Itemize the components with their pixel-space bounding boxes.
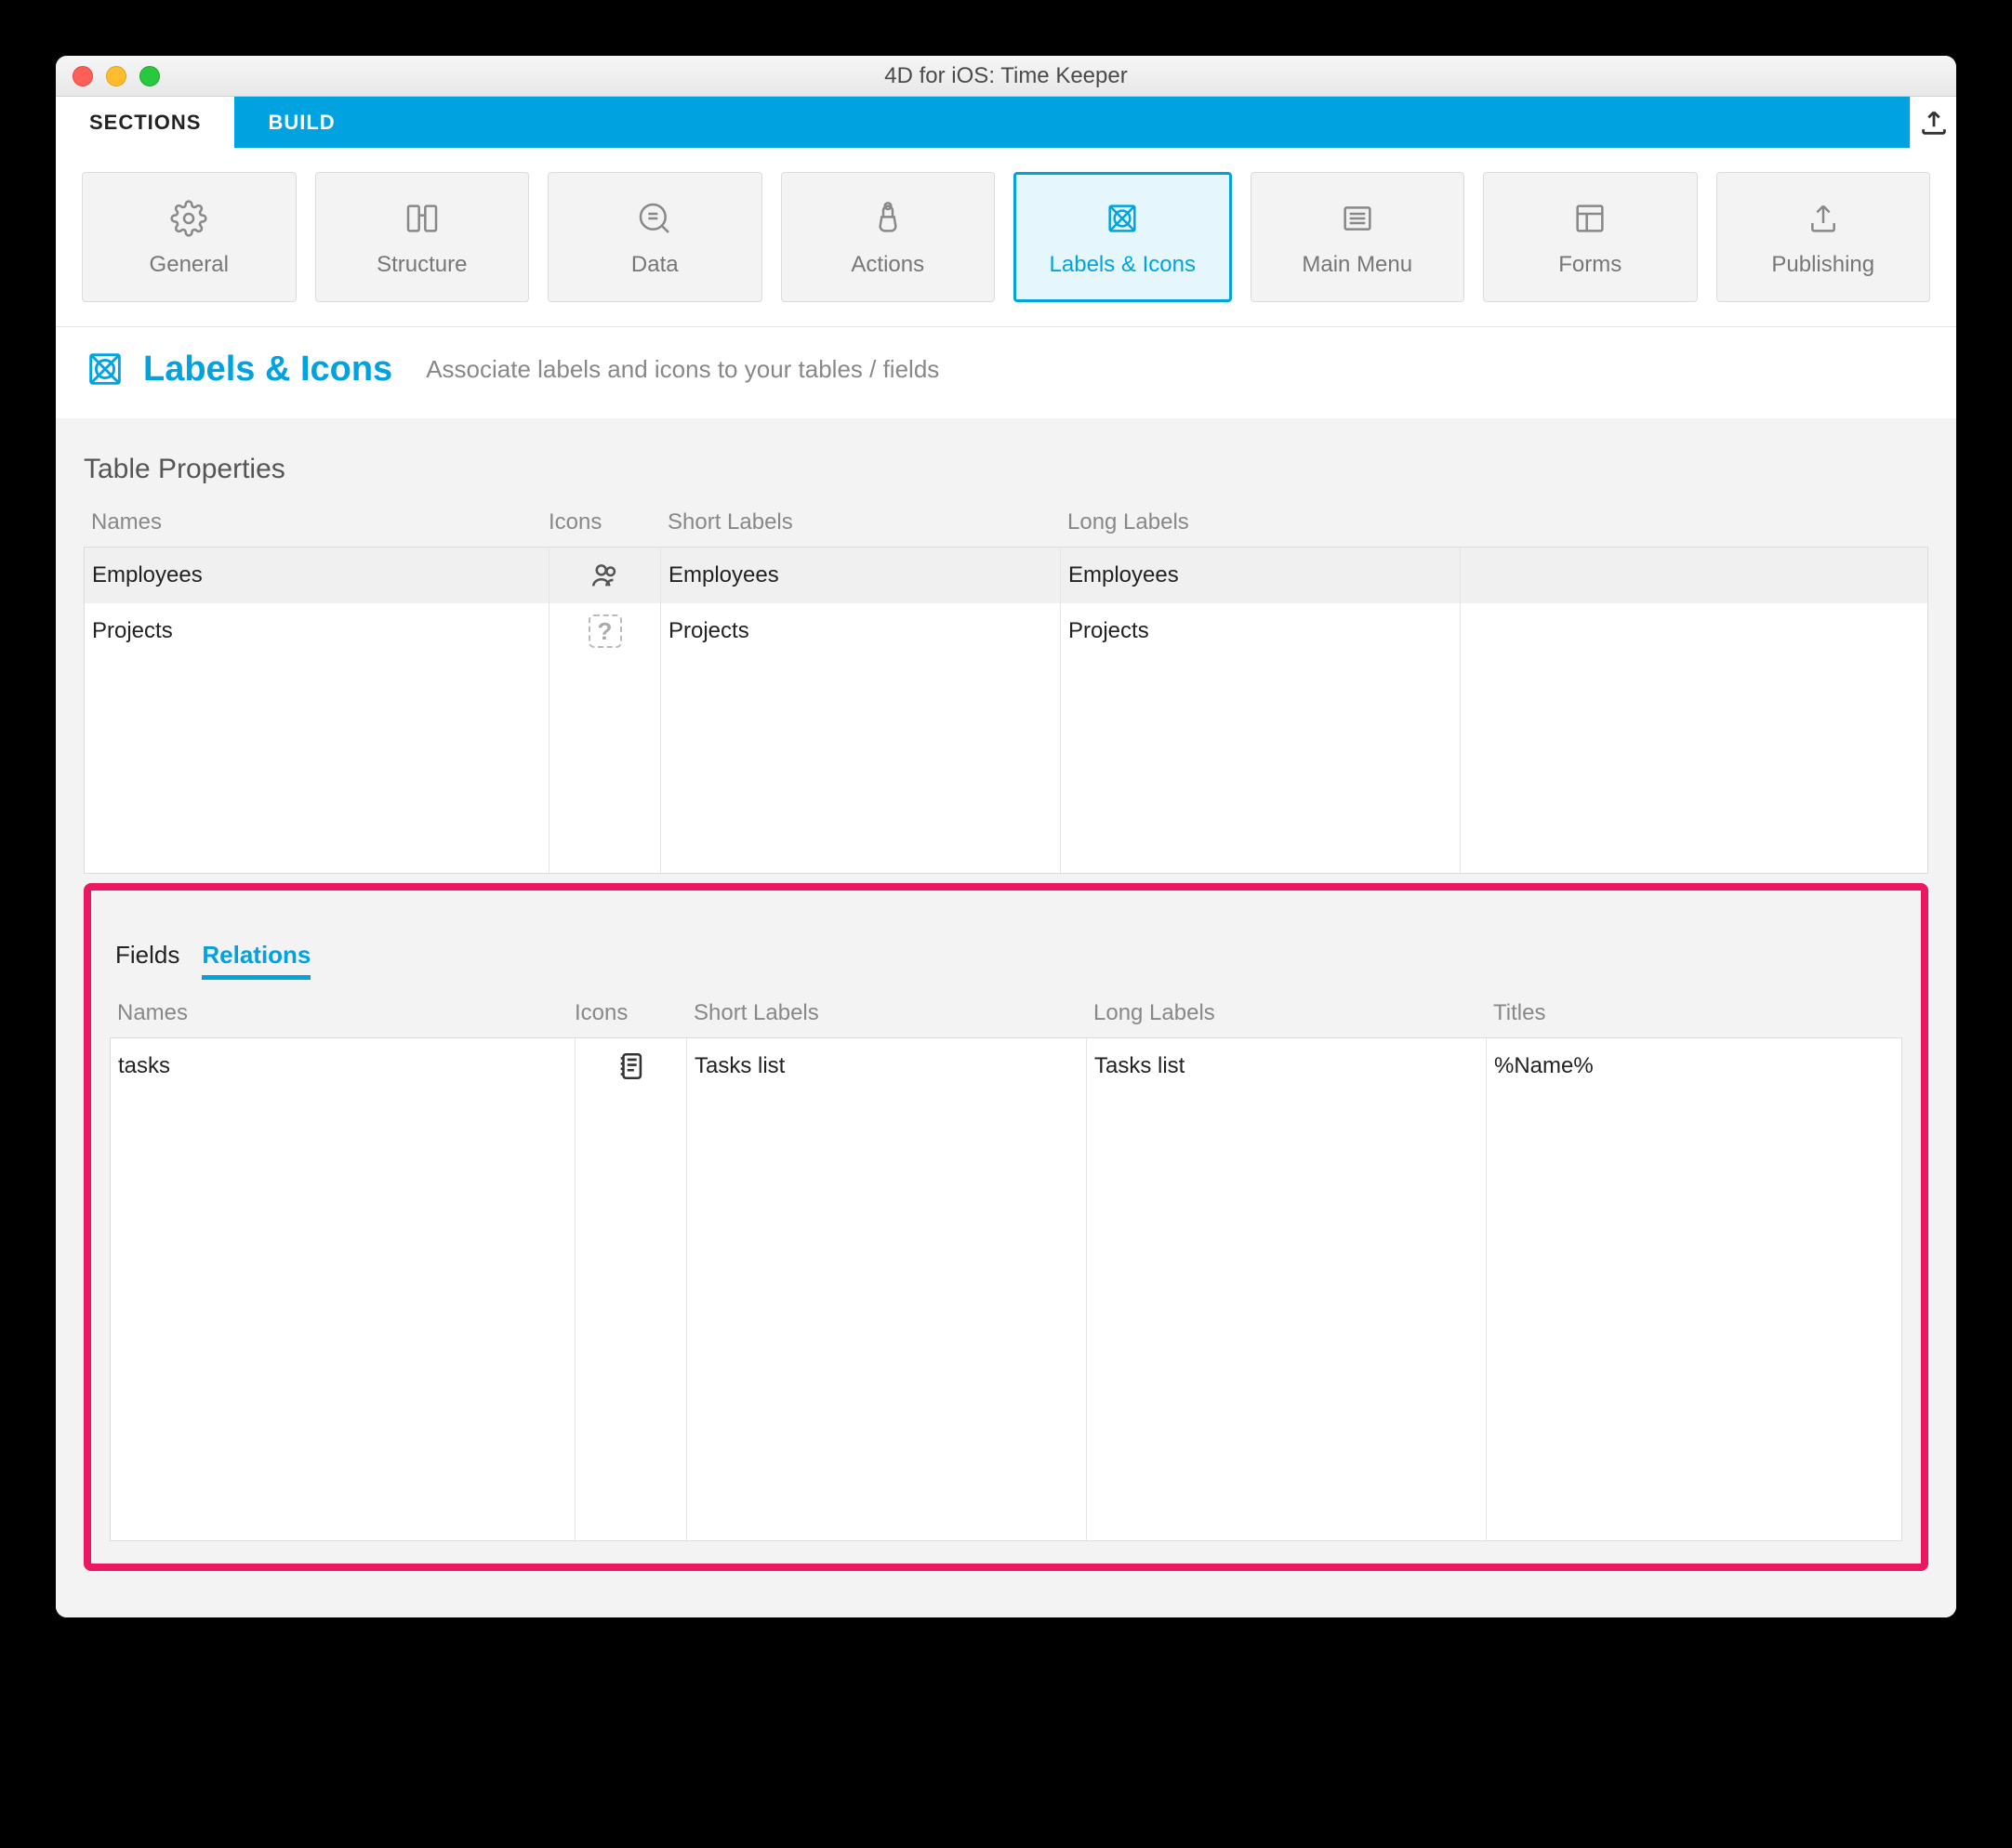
content-area: Table Properties Names Icons Short Label…: [56, 418, 1956, 1617]
titlebar: 4D for iOS: Time Keeper: [56, 56, 1956, 97]
relations-highlight: Fields Relations Names Icons Short Label…: [84, 883, 1928, 1571]
tile-label: Data: [631, 252, 679, 278]
table-row[interactable]: tasks Tasks list Tasks list %Name%: [111, 1038, 1901, 1094]
section-tiles: General Structure Data Actions Labels & …: [56, 148, 1956, 327]
table-properties-title: Table Properties: [84, 454, 1928, 485]
cell-short[interactable]: Employees: [661, 548, 1061, 603]
tab-sections[interactable]: SECTIONS: [56, 97, 234, 148]
labels-icons-icon: [1100, 196, 1145, 241]
cell-short[interactable]: Projects: [661, 603, 1061, 659]
tile-publishing[interactable]: Publishing: [1716, 172, 1931, 302]
page-subtitle: Associate labels and icons to your table…: [426, 355, 939, 384]
section-header: Labels & Icons Associate labels and icon…: [56, 327, 1956, 418]
publishing-icon: [1801, 196, 1846, 241]
table-properties-grid: Employees Employees Employees Projects ?…: [84, 547, 1928, 874]
data-icon: [632, 196, 677, 241]
placeholder-icon[interactable]: ?: [549, 603, 661, 659]
tile-label: Publishing: [1771, 252, 1874, 278]
tile-general[interactable]: General: [82, 172, 297, 302]
relations-grid: tasks Tasks list Tasks list %Name%: [110, 1037, 1902, 1541]
cell-short[interactable]: Tasks list: [687, 1038, 1087, 1094]
col-names: Names: [84, 509, 549, 535]
cell-name: Employees: [85, 548, 549, 603]
table-row[interactable]: Projects ? Projects Projects: [85, 603, 1927, 659]
notebook-icon[interactable]: [576, 1038, 687, 1094]
tile-main-menu[interactable]: Main Menu: [1251, 172, 1465, 302]
col-long: Long Labels: [1086, 1000, 1486, 1026]
top-tabbar: SECTIONS BUILD: [56, 97, 1956, 148]
cell-title[interactable]: %Name%: [1487, 1038, 1901, 1094]
col-short: Short Labels: [660, 509, 1060, 535]
subtab-relations[interactable]: Relations: [202, 941, 311, 980]
cell-long[interactable]: Projects: [1061, 603, 1461, 659]
people-icon[interactable]: [549, 548, 661, 603]
window-title: 4D for iOS: Time Keeper: [56, 63, 1956, 89]
labels-icons-icon: [84, 348, 126, 390]
gear-icon: [166, 196, 211, 241]
tile-data[interactable]: Data: [548, 172, 762, 302]
tab-build[interactable]: BUILD: [234, 97, 368, 148]
cell-long[interactable]: Employees: [1061, 548, 1461, 603]
col-short: Short Labels: [686, 1000, 1086, 1026]
structure-icon: [400, 196, 444, 241]
col-titles: Titles: [1486, 1000, 1902, 1026]
subtab-fields[interactable]: Fields: [115, 941, 179, 980]
cell-name: Projects: [85, 603, 549, 659]
col-names: Names: [110, 1000, 575, 1026]
cell-extra: [1461, 548, 1927, 603]
tile-label: Structure: [377, 252, 467, 278]
tile-labels-icons[interactable]: Labels & Icons: [1013, 172, 1232, 302]
col-icons: Icons: [549, 509, 660, 535]
cell-long[interactable]: Tasks list: [1087, 1038, 1487, 1094]
actions-icon: [866, 196, 910, 241]
tile-label: Labels & Icons: [1050, 252, 1196, 278]
table-properties-header: Names Icons Short Labels Long Labels: [84, 509, 1928, 547]
export-button[interactable]: [1910, 97, 1956, 148]
cell-name: tasks: [111, 1038, 576, 1094]
forms-icon: [1568, 196, 1612, 241]
cell-extra: [1461, 603, 1927, 659]
table-row[interactable]: Employees Employees Employees: [85, 548, 1927, 603]
app-window: 4D for iOS: Time Keeper SECTIONS BUILD G…: [56, 56, 1956, 1617]
tile-actions[interactable]: Actions: [781, 172, 996, 302]
tile-label: Main Menu: [1302, 252, 1412, 278]
tile-label: General: [150, 252, 229, 278]
page-title: Labels & Icons: [143, 350, 392, 389]
tile-forms[interactable]: Forms: [1483, 172, 1698, 302]
tile-label: Forms: [1558, 252, 1622, 278]
relations-header: Names Icons Short Labels Long Labels Tit…: [110, 1000, 1902, 1037]
tile-label: Actions: [851, 252, 924, 278]
tile-structure[interactable]: Structure: [315, 172, 530, 302]
main-menu-icon: [1335, 196, 1380, 241]
subtabs: Fields Relations: [115, 941, 1902, 980]
col-icons: Icons: [575, 1000, 686, 1026]
col-long: Long Labels: [1060, 509, 1460, 535]
